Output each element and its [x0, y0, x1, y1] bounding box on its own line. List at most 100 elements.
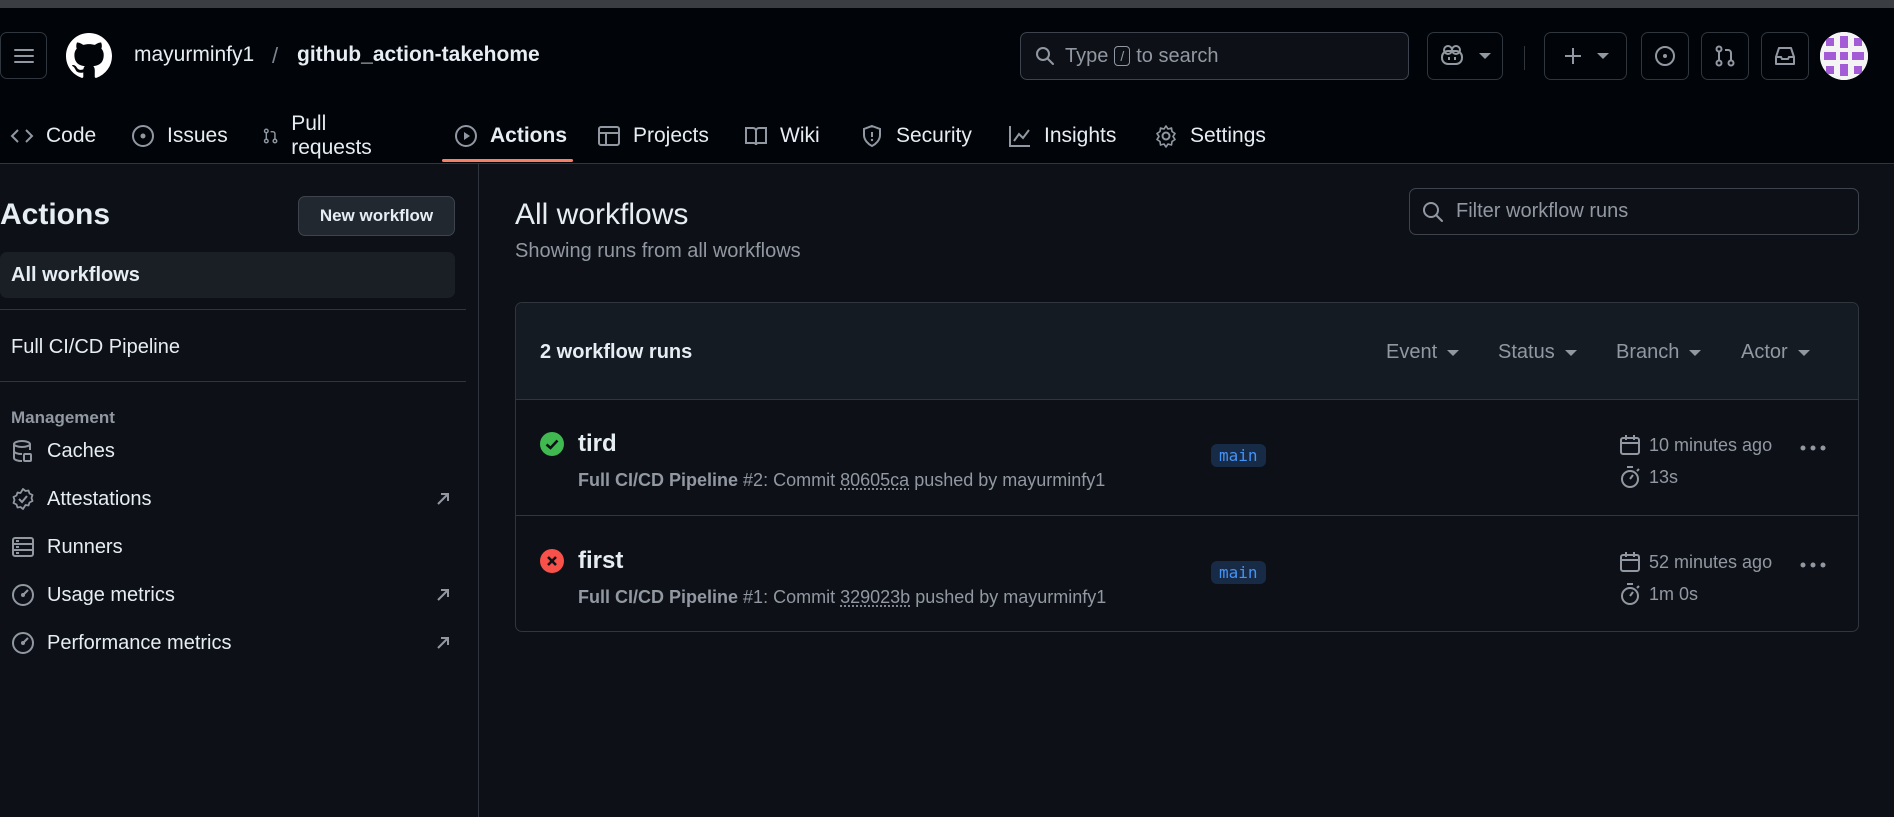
new-workflow-button[interactable]: New workflow: [298, 196, 455, 236]
avatar[interactable]: [1820, 32, 1868, 80]
filter-workflow-runs-input[interactable]: Filter workflow runs: [1409, 188, 1859, 235]
commit-sha-link[interactable]: 329023b: [840, 587, 910, 607]
active-tab-indicator: [442, 159, 573, 162]
run-commit-label: Commit: [773, 587, 836, 607]
inbox-button[interactable]: [1761, 32, 1809, 80]
sidebar-title: Actions: [0, 198, 111, 231]
chevron-down-icon: [1797, 349, 1810, 356]
sidebar-item-label: Caches: [47, 439, 115, 462]
tab-label: Wiki: [780, 124, 820, 147]
kebab-horizontal-icon[interactable]: [1800, 561, 1826, 569]
sidebar-item-performance-metrics[interactable]: Performance metrics: [11, 623, 451, 663]
tab-actions[interactable]: Actions: [454, 108, 567, 164]
search-prefix: Type: [1065, 44, 1109, 67]
workflow-run-row[interactable]: first Full CI/CD Pipeline #1: Commit 329…: [516, 517, 1858, 631]
status-filter-dropdown[interactable]: Status: [1498, 341, 1577, 364]
actor-filter-dropdown[interactable]: Actor: [1741, 341, 1810, 364]
tab-security[interactable]: Security: [860, 108, 972, 164]
table-icon: [598, 126, 620, 146]
run-meta: Full CI/CD Pipeline #1: Commit 329023b p…: [578, 587, 1107, 607]
global-search-input[interactable]: Type / to search: [1020, 32, 1409, 80]
calendar-icon: [1620, 435, 1640, 455]
commit-sha-link[interactable]: 80605ca: [840, 470, 909, 490]
workflow-run-row[interactable]: tird Full CI/CD Pipeline #2: Commit 8060…: [516, 400, 1858, 516]
run-time-text: 52 minutes ago: [1649, 551, 1773, 572]
pull-request-icon: [263, 128, 278, 144]
breadcrumb-owner[interactable]: mayurminfy1: [134, 43, 254, 67]
sidebar-item-usage-metrics[interactable]: Usage metrics: [11, 575, 451, 615]
tab-code[interactable]: Code: [10, 108, 96, 164]
failure-x-icon: [540, 549, 564, 573]
run-title[interactable]: tird: [578, 430, 617, 458]
sidebar-item-caches[interactable]: Caches: [11, 431, 451, 471]
filter-placeholder: Filter workflow runs: [1456, 200, 1629, 222]
tab-projects[interactable]: Projects: [597, 108, 709, 164]
gear-icon: [1156, 125, 1176, 148]
tab-label: Issues: [167, 124, 228, 147]
search-shortcut-key: /: [1114, 46, 1131, 66]
tab-label: Projects: [633, 124, 709, 147]
stopwatch-icon: [1621, 583, 1640, 605]
breadcrumb-repo[interactable]: github_action-takehome: [297, 43, 540, 67]
book-icon: [745, 127, 767, 146]
sidebar-item-all-workflows[interactable]: All workflows: [0, 252, 455, 298]
sidebar-item-attestations[interactable]: Attestations: [11, 479, 451, 519]
chevron-down-icon: [1564, 349, 1577, 356]
sidebar-item-runners[interactable]: Runners: [11, 527, 451, 567]
branch-label[interactable]: main: [1211, 444, 1266, 467]
branch-label[interactable]: main: [1211, 561, 1266, 584]
sidebar-item-workflow[interactable]: Full CI/CD Pipeline: [11, 336, 180, 359]
tab-insights[interactable]: Insights: [1008, 108, 1116, 164]
shield-icon: [863, 124, 881, 148]
server-icon: [12, 537, 34, 557]
external-link-icon: [437, 493, 449, 505]
external-link-icon: [437, 589, 449, 601]
graph-icon: [1009, 126, 1030, 147]
tab-label: Code: [46, 124, 97, 147]
pull-request-icon: [1715, 45, 1735, 67]
chevron-down-icon[interactable]: [1479, 53, 1491, 59]
run-workflow-name: Full CI/CD Pipeline: [578, 587, 739, 607]
actions-sidebar: Actions New workflow All workflows Full …: [0, 164, 479, 817]
tab-label: Pull requests: [291, 112, 372, 159]
run-duration-text: 13s: [1649, 466, 1679, 487]
tab-settings[interactable]: Settings: [1154, 108, 1266, 164]
code-icon: [10, 129, 34, 143]
issues-shortcut-button[interactable]: [1641, 32, 1689, 80]
calendar-icon: [1620, 552, 1640, 572]
tab-wiki[interactable]: Wiki: [744, 108, 820, 164]
copilot-icon: [1441, 45, 1463, 65]
management-heading: Management: [11, 408, 115, 427]
run-number: #1: [743, 587, 764, 607]
tab-label: Actions: [490, 124, 568, 147]
copilot-button[interactable]: [1427, 32, 1503, 80]
tab-issues[interactable]: Issues: [131, 108, 228, 164]
run-duration-text: 1m 0s: [1649, 583, 1699, 604]
run-duration: 1m 0s: [1619, 582, 1698, 606]
workflow-runs-list: 2 workflow runs Event Status Branch Acto…: [515, 302, 1859, 632]
tab-pull-requests[interactable]: Pull requests: [262, 108, 379, 164]
run-title[interactable]: first: [578, 547, 623, 575]
sidebar-item-label: Runners: [47, 535, 123, 558]
meter-icon: [12, 632, 34, 654]
verified-icon: [12, 488, 34, 510]
event-filter-dropdown[interactable]: Event: [1386, 341, 1460, 364]
hamburger-icon: [13, 48, 34, 63]
kebab-horizontal-icon[interactable]: [1800, 444, 1826, 452]
header-divider: [1524, 46, 1525, 70]
github-logo-icon[interactable]: [66, 33, 112, 79]
sidebar-divider: [0, 309, 466, 310]
plus-icon: [1564, 48, 1581, 64]
sidebar-item-label: Attestations: [47, 487, 152, 510]
tab-label: Security: [896, 124, 972, 147]
branch-filter-dropdown[interactable]: Branch: [1616, 341, 1702, 364]
window-top-strip: [0, 0, 1894, 8]
pull-requests-shortcut-button[interactable]: [1701, 32, 1749, 80]
menu-button[interactable]: [0, 32, 47, 79]
search-icon: [1036, 47, 1054, 65]
breadcrumb-separator: /: [272, 43, 279, 68]
filter-label: Event: [1386, 341, 1438, 363]
create-new-button[interactable]: [1544, 32, 1627, 80]
repo-header: mayurminfy1 / github_action-takehome Typ…: [0, 8, 1894, 164]
run-duration: 13s: [1619, 465, 1678, 489]
